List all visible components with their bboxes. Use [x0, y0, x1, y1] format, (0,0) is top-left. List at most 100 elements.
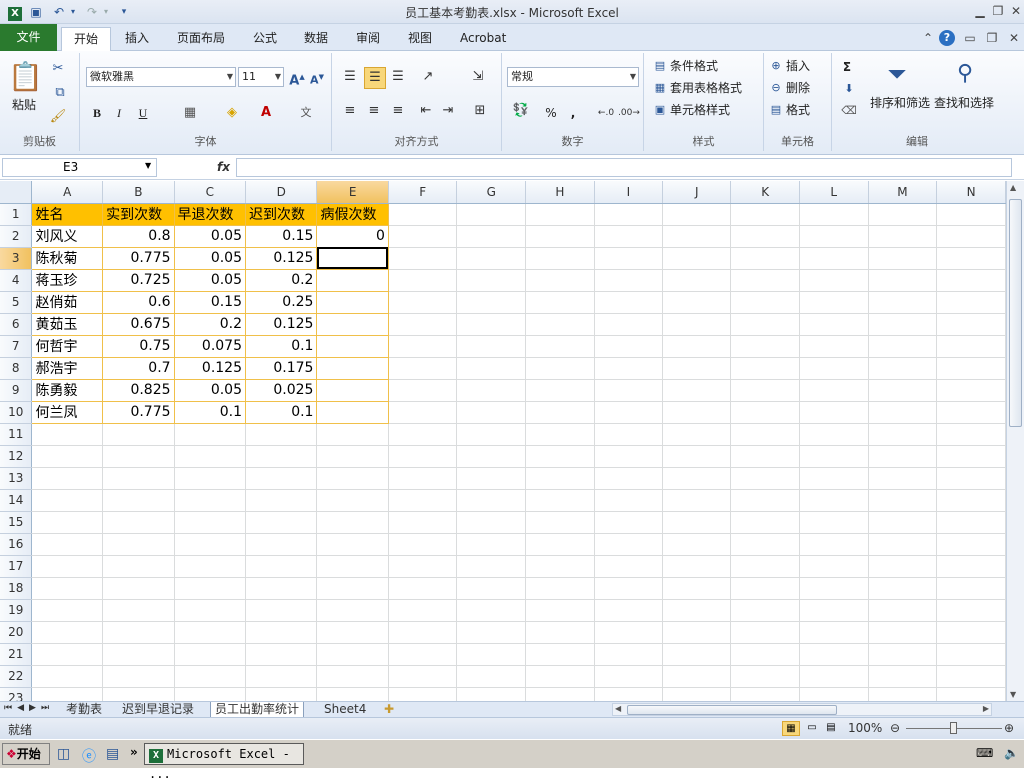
- cell[interactable]: [662, 335, 732, 358]
- cell[interactable]: [936, 599, 1006, 622]
- cell[interactable]: [594, 643, 664, 666]
- workbook-restore-icon[interactable]: ❐: [982, 29, 1002, 47]
- workbook-minimize-icon[interactable]: ▭: [960, 29, 980, 47]
- name-cell[interactable]: 郝浩宇: [31, 357, 104, 380]
- autosum-button[interactable]: Σ: [840, 57, 854, 77]
- cell[interactable]: [245, 687, 318, 701]
- row-header[interactable]: 12: [0, 445, 33, 468]
- zoom-slider-thumb[interactable]: [950, 722, 957, 734]
- collapse-ribbon-icon[interactable]: ⌃: [918, 29, 938, 47]
- cell[interactable]: [868, 467, 938, 490]
- horizontal-scroll-thumb[interactable]: [627, 705, 837, 715]
- cell[interactable]: [525, 621, 595, 644]
- cell[interactable]: [594, 401, 664, 424]
- header-cell[interactable]: 病假次数: [316, 203, 389, 226]
- tab-data[interactable]: 数据: [292, 27, 340, 51]
- cell[interactable]: [316, 577, 389, 600]
- cell[interactable]: [730, 511, 800, 534]
- cell[interactable]: [316, 423, 389, 446]
- decrease-indent-icon[interactable]: ⇤: [416, 101, 436, 121]
- cell[interactable]: [936, 643, 1006, 666]
- cell[interactable]: [730, 665, 800, 688]
- value-cell[interactable]: 0.125: [245, 313, 318, 336]
- number-format-combo[interactable]: 常规 ▼: [507, 67, 639, 87]
- cell[interactable]: [31, 445, 104, 468]
- merge-center-icon[interactable]: ⊞: [468, 101, 492, 121]
- cell[interactable]: [868, 401, 938, 424]
- cell[interactable]: [245, 643, 318, 666]
- cell[interactable]: [868, 291, 938, 314]
- cell[interactable]: [868, 445, 938, 468]
- restore-icon[interactable]: ❐: [988, 2, 1008, 20]
- tab-home[interactable]: 开始: [61, 27, 112, 52]
- align-right-icon[interactable]: ≡: [388, 101, 408, 121]
- align-center-icon[interactable]: ≡: [364, 101, 384, 121]
- scroll-up-icon[interactable]: ▲: [1010, 183, 1016, 192]
- increase-indent-icon[interactable]: ⇥: [438, 101, 458, 121]
- bold-button[interactable]: B: [88, 103, 106, 123]
- cell[interactable]: [525, 203, 595, 226]
- cell[interactable]: [662, 665, 732, 688]
- cell[interactable]: [868, 269, 938, 292]
- comma-style-button[interactable]: ,: [566, 103, 580, 123]
- italic-button[interactable]: I: [110, 103, 128, 123]
- row-header[interactable]: 10: [0, 401, 33, 424]
- cell[interactable]: [936, 423, 1006, 446]
- cell[interactable]: [388, 643, 458, 666]
- cell[interactable]: [388, 379, 458, 402]
- decrease-decimal-icon[interactable]: .00→: [618, 103, 640, 123]
- zoom-in-icon[interactable]: ⊕: [1004, 721, 1014, 735]
- cell[interactable]: [388, 577, 458, 600]
- cell[interactable]: [388, 203, 458, 226]
- cell[interactable]: [316, 643, 389, 666]
- cell[interactable]: [525, 401, 595, 424]
- cell[interactable]: [174, 577, 247, 600]
- value-cell[interactable]: 0.8: [102, 225, 175, 248]
- cell[interactable]: [525, 577, 595, 600]
- cell[interactable]: [525, 445, 595, 468]
- cell[interactable]: [388, 665, 458, 688]
- cell[interactable]: [388, 291, 458, 314]
- cell[interactable]: [730, 687, 800, 701]
- cell[interactable]: [456, 335, 527, 358]
- value-cell[interactable]: [316, 313, 389, 336]
- scroll-down-icon[interactable]: ▼: [1010, 690, 1016, 699]
- cell[interactable]: [388, 313, 458, 336]
- cell[interactable]: [799, 225, 869, 248]
- cell[interactable]: [730, 335, 800, 358]
- value-cell[interactable]: 0.125: [174, 357, 247, 380]
- cell[interactable]: [730, 599, 800, 622]
- cell[interactable]: [525, 379, 595, 402]
- cell[interactable]: [31, 577, 104, 600]
- cell[interactable]: [730, 445, 800, 468]
- cell[interactable]: [936, 665, 1006, 688]
- cell[interactable]: [456, 423, 527, 446]
- cell[interactable]: [525, 643, 595, 666]
- zoom-out-icon[interactable]: ⊖: [890, 721, 900, 735]
- tab-review[interactable]: 审阅: [344, 27, 392, 51]
- close-icon[interactable]: ✕: [1006, 2, 1024, 20]
- header-cell[interactable]: 姓名: [31, 203, 104, 226]
- cell[interactable]: [102, 489, 175, 512]
- cell[interactable]: [936, 379, 1006, 402]
- insert-function-icon[interactable]: fx: [217, 158, 233, 177]
- cell[interactable]: [31, 621, 104, 644]
- cell[interactable]: [868, 247, 938, 270]
- cell[interactable]: [456, 511, 527, 534]
- cell[interactable]: [456, 599, 527, 622]
- cell[interactable]: [799, 269, 869, 292]
- cell[interactable]: [102, 555, 175, 578]
- chevron-down-icon[interactable]: ▼: [145, 161, 151, 170]
- row-header[interactable]: 9: [0, 379, 33, 402]
- tab-acrobat[interactable]: Acrobat: [448, 27, 518, 51]
- align-top-icon[interactable]: ☰: [340, 67, 360, 87]
- value-cell[interactable]: 0.725: [102, 269, 175, 292]
- cell[interactable]: [102, 599, 175, 622]
- cell[interactable]: [730, 401, 800, 424]
- cell[interactable]: [456, 445, 527, 468]
- cell[interactable]: [594, 533, 664, 556]
- cell[interactable]: [102, 643, 175, 666]
- cell[interactable]: [799, 621, 869, 644]
- cell-styles-button[interactable]: 单元格样式: [670, 100, 730, 120]
- cell[interactable]: [662, 621, 732, 644]
